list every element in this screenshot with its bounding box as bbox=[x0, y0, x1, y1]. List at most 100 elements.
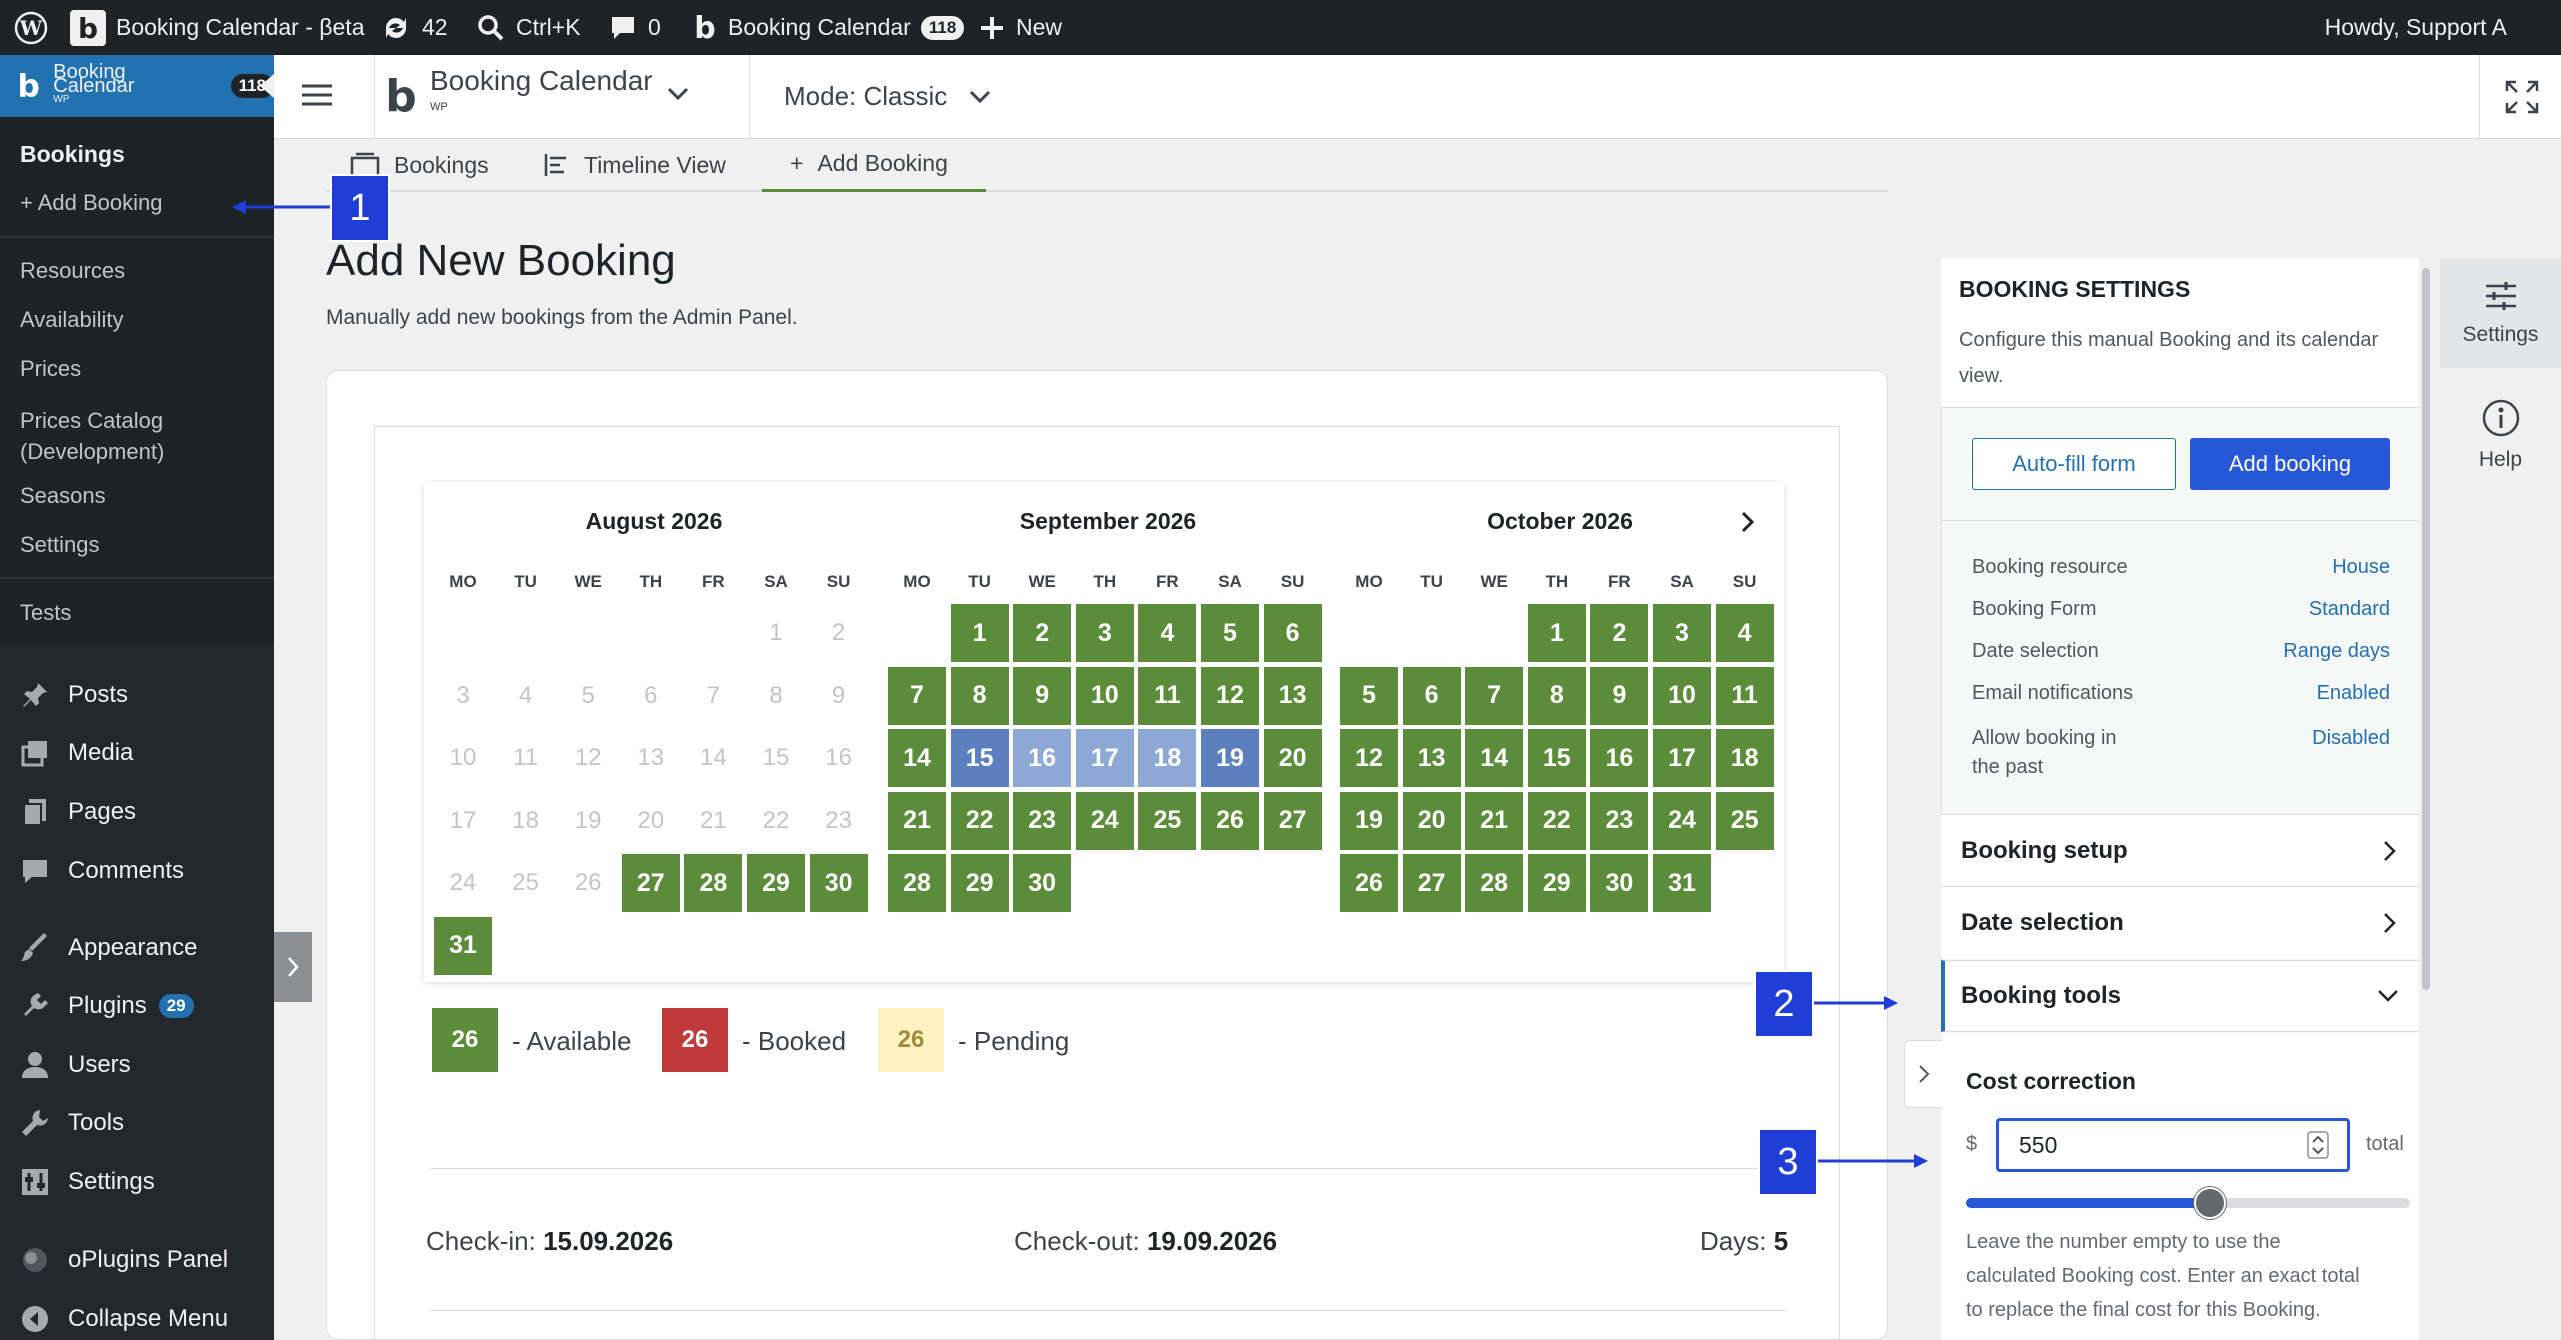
calendar-day[interactable]: 23 bbox=[1013, 791, 1072, 850]
sidebar-item-tests[interactable]: Tests bbox=[20, 600, 71, 626]
fullscreen-button[interactable] bbox=[2504, 79, 2540, 115]
sidebar-item-media[interactable]: Media bbox=[20, 738, 133, 768]
sidebar-item-settings[interactable]: Settings bbox=[20, 532, 100, 558]
calendar-day[interactable]: 30 bbox=[1590, 854, 1649, 912]
cost-correction-input[interactable]: 550 bbox=[1996, 1118, 2350, 1172]
calendar-day[interactable]: 18 bbox=[1715, 729, 1774, 787]
settings-scrollbar[interactable] bbox=[2422, 268, 2430, 990]
sidebar-item-prices[interactable]: Prices bbox=[20, 356, 81, 382]
calendar-day[interactable]: 30 bbox=[809, 854, 868, 912]
calendar-day[interactable]: 21 bbox=[888, 791, 946, 850]
calendar-day[interactable]: 14 bbox=[888, 729, 946, 787]
menu-toggle-button[interactable] bbox=[302, 83, 332, 107]
sidebar-item-resources[interactable]: Resources bbox=[20, 258, 125, 284]
calendar-day[interactable]: 20 bbox=[1402, 791, 1461, 850]
calendar-day[interactable]: 24 bbox=[1075, 791, 1134, 850]
calendar-day[interactable]: 2 bbox=[1013, 604, 1072, 662]
calendar-day[interactable]: 8 bbox=[950, 666, 1009, 725]
calendar-day[interactable]: 11 bbox=[1138, 666, 1197, 725]
next-month-button[interactable] bbox=[1740, 510, 1756, 534]
tab-add-booking[interactable]: + Add Booking bbox=[762, 138, 986, 192]
calendar-day[interactable]: 11 bbox=[1715, 666, 1774, 725]
calendar-day[interactable]: 28 bbox=[1465, 854, 1524, 912]
calendar-day[interactable]: 28 bbox=[888, 854, 946, 912]
setting-value-link[interactable]: Range days bbox=[2283, 640, 2390, 663]
sidebar-item-users[interactable]: Users bbox=[20, 1050, 131, 1080]
calendar-day[interactable]: 20 bbox=[1263, 729, 1322, 787]
calendar-day[interactable]: 10 bbox=[1653, 666, 1711, 725]
calendar-day[interactable]: 1 bbox=[950, 604, 1009, 662]
calendar-day[interactable]: 2 bbox=[1590, 604, 1649, 662]
sidebar-item-settings-main[interactable]: Settings bbox=[20, 1167, 155, 1197]
sidebar-item-posts[interactable]: Posts bbox=[20, 680, 128, 710]
sidebar-item-appearance[interactable]: Appearance bbox=[20, 933, 197, 963]
accordion-date-selection[interactable]: Date selection bbox=[1941, 886, 2419, 958]
autofill-form-button[interactable]: Auto-fill form bbox=[1972, 438, 2176, 490]
calendar-day[interactable]: 17 bbox=[1075, 729, 1134, 787]
calendar-day[interactable]: 21 bbox=[1465, 791, 1524, 850]
tab-timeline[interactable]: Timeline View bbox=[544, 138, 726, 192]
setting-value-link[interactable]: Disabled bbox=[2312, 724, 2390, 753]
product-switcher[interactable]: b Booking Calendar WP bbox=[386, 67, 689, 119]
calendar-day[interactable]: 29 bbox=[747, 854, 805, 912]
rail-help-button[interactable]: Help bbox=[2440, 385, 2561, 485]
accordion-booking-tools[interactable]: Booking tools bbox=[1941, 960, 2419, 1032]
sidebar-item-pages[interactable]: Pages bbox=[20, 797, 136, 827]
calendar-day[interactable]: 10 bbox=[1075, 666, 1134, 725]
calendar-day[interactable]: 15 bbox=[950, 729, 1009, 787]
calendar-day[interactable]: 3 bbox=[1653, 604, 1711, 662]
setting-value-link[interactable]: Enabled bbox=[2317, 682, 2390, 705]
calendar-day[interactable]: 31 bbox=[1653, 854, 1711, 912]
calendar-day[interactable]: 5 bbox=[1201, 604, 1259, 662]
calendar-day[interactable]: 3 bbox=[1075, 604, 1134, 662]
calendar-day[interactable]: 9 bbox=[1013, 666, 1072, 725]
calendar-day[interactable]: 6 bbox=[1263, 604, 1322, 662]
calendar-day[interactable]: 12 bbox=[1201, 666, 1259, 725]
calendar-day[interactable]: 26 bbox=[1201, 791, 1259, 850]
calendar-day[interactable]: 29 bbox=[950, 854, 1009, 912]
calendar-day[interactable]: 4 bbox=[1138, 604, 1197, 662]
calendar-day[interactable]: 12 bbox=[1340, 729, 1398, 787]
calendar-day[interactable]: 24 bbox=[1653, 791, 1711, 850]
calendar-day[interactable]: 22 bbox=[950, 791, 1009, 850]
calendar-day[interactable]: 6 bbox=[1402, 666, 1461, 725]
calendar-day[interactable]: 30 bbox=[1013, 854, 1072, 912]
calendar-day[interactable]: 13 bbox=[1263, 666, 1322, 725]
calendar-day[interactable]: 23 bbox=[1590, 791, 1649, 850]
cost-slider[interactable] bbox=[1966, 1187, 2410, 1219]
calendar-day[interactable]: 5 bbox=[1340, 666, 1398, 725]
rail-settings-button[interactable]: Settings bbox=[2440, 258, 2561, 368]
calendar-day[interactable]: 13 bbox=[1402, 729, 1461, 787]
calendar-day[interactable]: 31 bbox=[434, 916, 492, 975]
comments-link[interactable]: 0 bbox=[608, 0, 661, 55]
sidebar-item-availability[interactable]: Availability bbox=[20, 307, 124, 333]
calendar-day[interactable]: 25 bbox=[1715, 791, 1774, 850]
spinner-icon[interactable] bbox=[2307, 1131, 2329, 1159]
calendar-day[interactable]: 7 bbox=[888, 666, 946, 725]
add-booking-button[interactable]: Add booking bbox=[2190, 438, 2390, 490]
calendar-day[interactable]: 17 bbox=[1653, 729, 1711, 787]
slider-handle[interactable] bbox=[2194, 1187, 2227, 1219]
calendar-day[interactable]: 19 bbox=[1201, 729, 1259, 787]
panel-collapse-button[interactable] bbox=[1904, 1040, 1942, 1108]
setting-value-link[interactable]: House bbox=[2332, 556, 2390, 579]
calendar-day[interactable]: 14 bbox=[1465, 729, 1524, 787]
calendar-day[interactable]: 9 bbox=[1590, 666, 1649, 725]
sidebar-item-tools[interactable]: Tools bbox=[20, 1108, 124, 1138]
sidebar-item-oplugins[interactable]: oPlugins Panel bbox=[20, 1245, 228, 1275]
calendar-day[interactable]: 25 bbox=[1138, 791, 1197, 850]
calendar-day[interactable]: 29 bbox=[1527, 854, 1586, 912]
calendar-day[interactable]: 18 bbox=[1138, 729, 1197, 787]
updates-link[interactable]: 42 bbox=[380, 0, 448, 55]
sidebar-item-bookings[interactable]: Bookings bbox=[20, 141, 125, 168]
howdy-link[interactable]: Howdy, Support A bbox=[2325, 0, 2507, 55]
wordpress-logo-icon[interactable]: W bbox=[14, 0, 48, 55]
calendar-day[interactable]: 28 bbox=[684, 854, 743, 912]
site-name-link[interactable]: b Booking Calendar - βeta bbox=[70, 0, 365, 55]
new-link[interactable]: New bbox=[978, 0, 1062, 55]
calendar-day[interactable]: 22 bbox=[1527, 791, 1586, 850]
setting-value-link[interactable]: Standard bbox=[2309, 598, 2390, 621]
sidebar-toggle-button[interactable] bbox=[274, 932, 312, 1002]
calendar-day[interactable]: 16 bbox=[1013, 729, 1072, 787]
search-link[interactable]: Ctrl+K bbox=[476, 0, 581, 55]
